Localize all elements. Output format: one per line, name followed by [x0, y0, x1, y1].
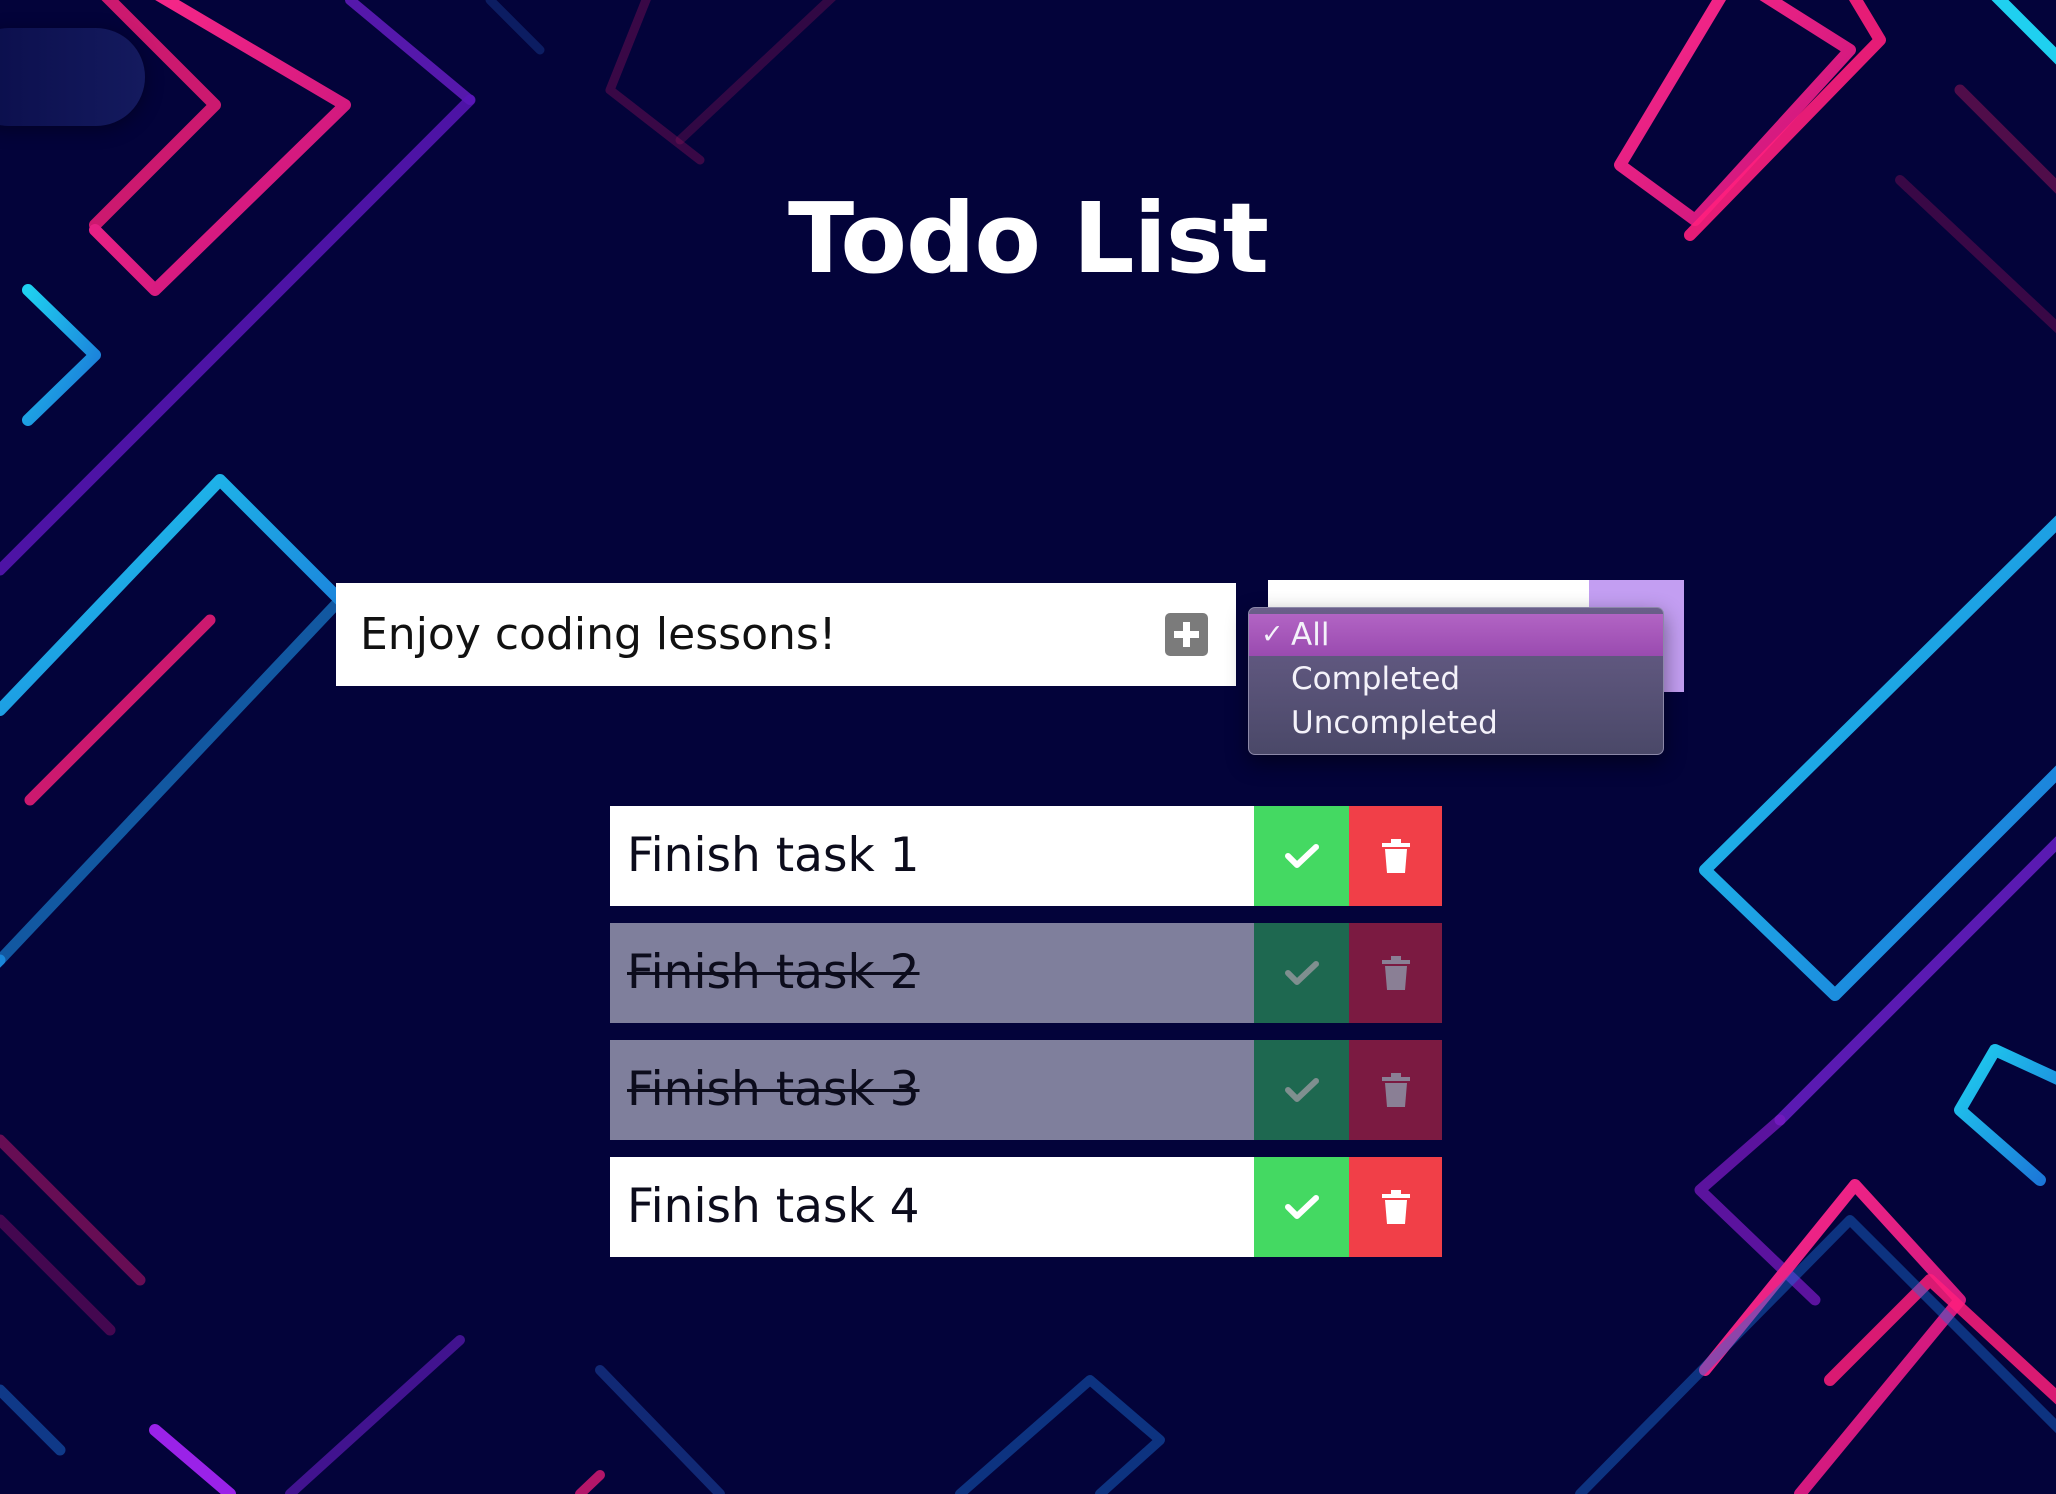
- trash-icon: [1381, 1073, 1410, 1107]
- top-left-pill: [0, 28, 145, 126]
- check-icon: [1284, 1078, 1319, 1102]
- trash-icon: [1381, 839, 1410, 873]
- filter-option-all[interactable]: ✓ All: [1249, 614, 1663, 656]
- todo-item: Finish task 3: [610, 1040, 1442, 1140]
- check-icon: [1284, 961, 1319, 985]
- complete-button[interactable]: [1254, 1040, 1349, 1140]
- todo-text: Finish task 3: [627, 1062, 920, 1117]
- filter-option-uncompleted[interactable]: Uncompleted: [1249, 702, 1663, 744]
- checkmark-icon: ✓: [1261, 619, 1284, 650]
- todo-input[interactable]: [360, 583, 1160, 686]
- todo-text: Finish task 2: [627, 945, 920, 1000]
- delete-button[interactable]: [1349, 1040, 1442, 1140]
- add-todo-button[interactable]: [1165, 613, 1208, 656]
- complete-button[interactable]: [1254, 806, 1349, 906]
- check-icon: [1284, 1195, 1319, 1219]
- delete-button[interactable]: [1349, 1157, 1442, 1257]
- filter-dropdown: ✓ All Completed Uncompleted: [1248, 607, 1664, 755]
- todo-text-box: Finish task 3: [610, 1040, 1254, 1140]
- trash-icon: [1381, 1190, 1410, 1224]
- page-title: Todo List: [788, 182, 1269, 295]
- filter-option-label: Uncompleted: [1291, 705, 1498, 741]
- todo-item: Finish task 2: [610, 923, 1442, 1023]
- todo-text: Finish task 1: [627, 828, 920, 883]
- filter-option-label: All: [1291, 617, 1330, 653]
- trash-icon: [1381, 956, 1410, 990]
- todo-text-box: Finish task 4: [610, 1157, 1254, 1257]
- todo-item: Finish task 4: [610, 1157, 1442, 1257]
- delete-button[interactable]: [1349, 806, 1442, 906]
- todo-text: Finish task 4: [627, 1179, 920, 1234]
- todo-text-box: Finish task 1: [610, 806, 1254, 906]
- complete-button[interactable]: [1254, 1157, 1349, 1257]
- todo-text-box: Finish task 2: [610, 923, 1254, 1023]
- check-icon: [1284, 844, 1319, 868]
- complete-button[interactable]: [1254, 923, 1349, 1023]
- todo-input-container: [336, 583, 1236, 686]
- delete-button[interactable]: [1349, 923, 1442, 1023]
- filter-option-label: Completed: [1291, 661, 1461, 697]
- filter-option-completed[interactable]: Completed: [1249, 658, 1663, 700]
- todo-item: Finish task 1: [610, 806, 1442, 906]
